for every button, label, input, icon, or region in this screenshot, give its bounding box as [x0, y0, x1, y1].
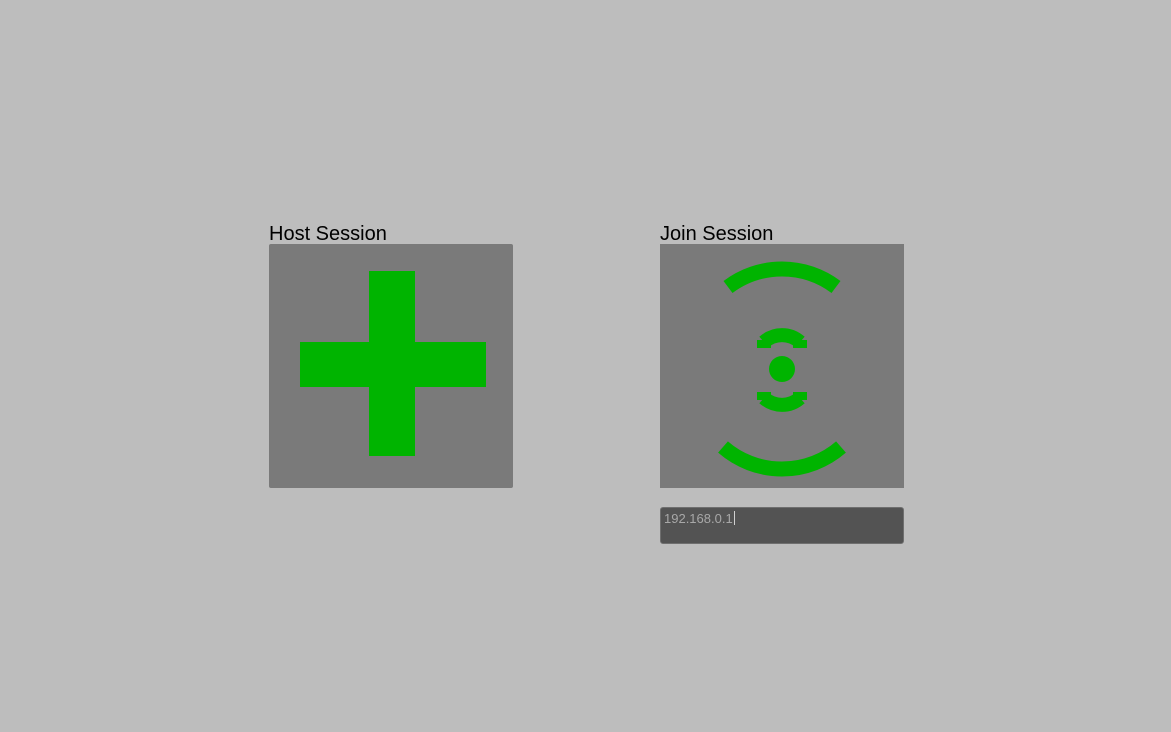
join-session-label: Join Session — [660, 223, 774, 245]
broadcast-signal-icon — [718, 261, 846, 477]
text-caret — [733, 511, 735, 525]
plus-icon — [300, 271, 486, 456]
host-session-label: Host Session — [269, 223, 387, 245]
join-session-button[interactable] — [660, 244, 904, 488]
server-address-value-wrap: 192.168.0.1 — [664, 509, 735, 529]
server-address-value: 192.168.0.1 — [664, 511, 733, 526]
host-session-button[interactable] — [269, 244, 513, 488]
server-address-input[interactable]: 192.168.0.1 — [660, 507, 904, 544]
